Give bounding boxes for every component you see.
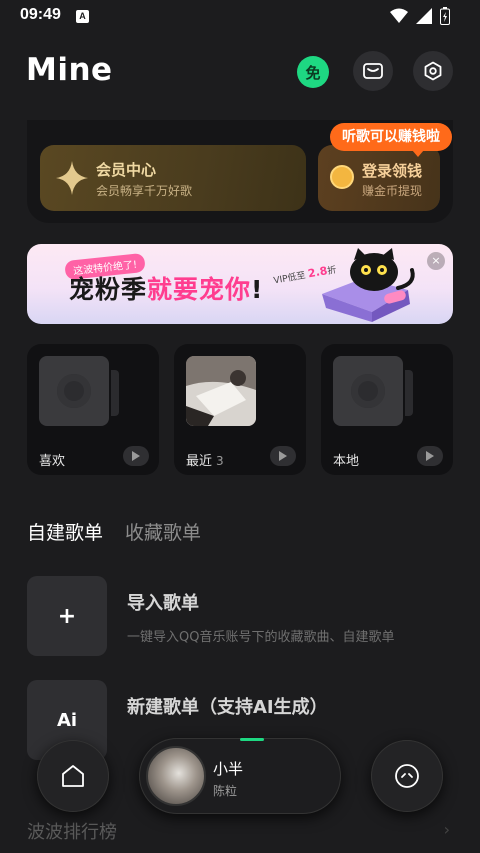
recent-tile[interactable]: 最近 3 <box>174 344 306 475</box>
wifi-icon <box>390 8 408 23</box>
local-tile[interactable]: 本地 <box>321 344 453 475</box>
vip-center-card[interactable]: 会员中心 会员畅享千万好歌 <box>40 145 306 211</box>
tile-play-button[interactable] <box>270 446 296 466</box>
tab-collected-playlists[interactable]: 收藏歌单 <box>125 518 201 545</box>
notification-icon: A <box>76 10 89 23</box>
face-icon <box>395 764 419 788</box>
home-button[interactable] <box>37 740 109 812</box>
banner-vip-text: VIP低至 <box>272 270 307 287</box>
cat-gift-illustration <box>322 248 415 322</box>
banner-headline-part-c: ! <box>251 275 264 304</box>
message-button[interactable] <box>353 51 393 91</box>
promo-banner[interactable]: 这波特价绝了! 宠粉季就要宠你! VIP低至 2.8折 × <box>27 244 453 324</box>
play-icon <box>279 451 287 461</box>
tile-label: 喜欢 <box>39 454 66 469</box>
coin-icon <box>330 165 354 189</box>
battery-icon <box>440 7 450 25</box>
import-playlist-row[interactable]: + 导入歌单 一键导入QQ音乐账号下的收藏歌曲、自建歌单 <box>27 576 453 656</box>
banner-headline-part-a: 宠粉季 <box>69 275 148 304</box>
song-artist: 陈粒 <box>213 784 238 798</box>
import-playlist-title: 导入歌单 <box>127 593 199 614</box>
free-mode-button[interactable]: 免 <box>297 56 329 88</box>
new-playlist-title: 新建歌单（支持AI生成） <box>127 697 328 718</box>
signal-icon <box>416 8 432 24</box>
chevron-right-icon: › <box>443 820 450 839</box>
playlist-tabs: 自建歌单 收藏歌单 <box>27 518 201 545</box>
status-time: 09:49 <box>20 6 61 23</box>
play-icon <box>132 451 140 461</box>
vinyl-placeholder-icon <box>333 356 413 426</box>
home-icon <box>62 765 84 787</box>
gear-icon <box>424 61 442 81</box>
plus-icon: + <box>27 576 107 656</box>
banner-headline-part-b: 就要宠你 <box>147 275 252 304</box>
tile-play-button[interactable] <box>123 446 149 466</box>
playback-progress <box>240 738 264 741</box>
favorites-tile[interactable]: 喜欢 <box>27 344 159 475</box>
recent-cover-image <box>186 356 256 426</box>
vip-center-subtitle: 会员畅享千万好歌 <box>96 184 193 198</box>
banner-headline: 宠粉季就要宠你! <box>69 270 263 306</box>
album-cover <box>146 746 206 806</box>
vinyl-placeholder-icon <box>39 356 119 426</box>
mail-icon <box>363 63 383 79</box>
tile-label: 最近 3 <box>186 454 224 469</box>
song-title: 小半 <box>213 760 244 778</box>
import-playlist-desc: 一键导入QQ音乐账号下的收藏歌曲、自建歌单 <box>127 630 395 645</box>
page-title: Mine <box>26 52 113 88</box>
mine-button[interactable] <box>371 740 443 812</box>
earn-money-tooltip: 听歌可以赚钱啦 <box>330 123 452 157</box>
status-bar: 09:49 A <box>0 0 480 34</box>
settings-button[interactable] <box>413 51 453 91</box>
banner-close-button[interactable]: × <box>427 252 445 270</box>
play-icon <box>426 451 434 461</box>
tile-label: 本地 <box>333 454 360 469</box>
coin-reward-subtitle: 赚金币提现 <box>362 184 423 198</box>
mini-player[interactable]: 小半 陈粒 <box>139 738 341 814</box>
recent-count: 3 <box>216 454 224 468</box>
coin-reward-title: 登录领钱 <box>362 162 423 180</box>
tile-play-button[interactable] <box>417 446 443 466</box>
charts-title[interactable]: 波波排行榜 <box>27 818 117 844</box>
sparkle-icon <box>56 161 88 195</box>
tab-created-playlists[interactable]: 自建歌单 <box>27 518 103 545</box>
vip-center-title: 会员中心 <box>96 161 157 179</box>
